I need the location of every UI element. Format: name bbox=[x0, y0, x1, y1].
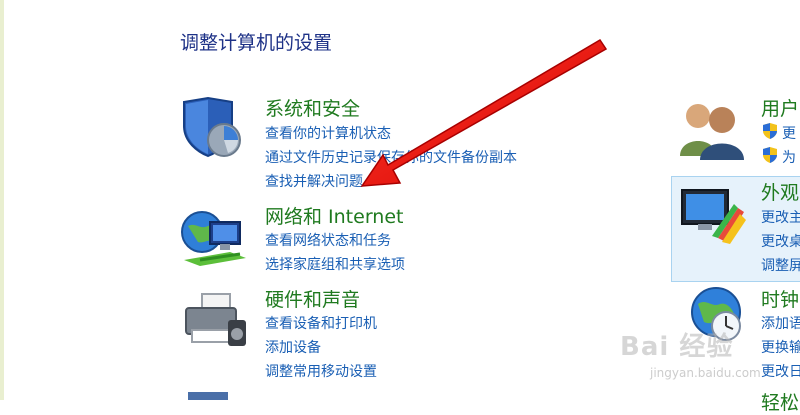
red-annotation-arrow bbox=[360, 38, 608, 187]
